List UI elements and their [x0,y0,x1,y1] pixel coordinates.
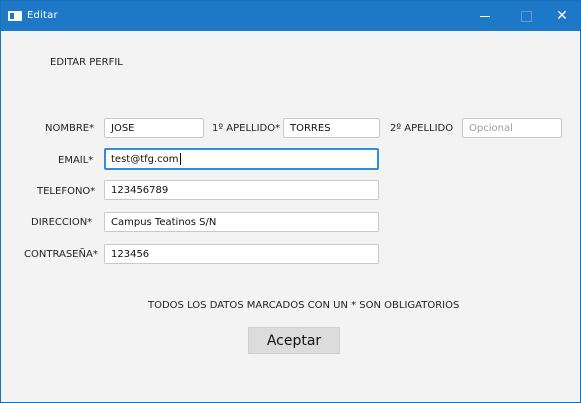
direccion-label: DIRECCION* [31,217,93,228]
direccion-value: Campus Teatinos S/N [111,216,217,228]
required-fields-note: TODOS LOS DATOS MARCADOS CON UN * SON OB… [148,300,460,311]
telefono-input[interactable]: 123456789 [104,180,379,200]
maximize-icon [520,10,532,22]
email-label: EMAIL* [58,155,94,166]
telefono-label: TELEFONO* [37,186,96,197]
apellido2-placeholder: Opcional [469,122,513,134]
nombre-value: JOSE [111,122,135,134]
title-bar[interactable]: Editar ✕ [1,1,580,31]
nombre-label: NOMBRE* [45,123,95,134]
page-title: EDITAR PERFIL [50,57,123,68]
close-icon: ✕ [556,8,568,24]
app-icon [8,11,22,21]
nombre-input[interactable]: JOSE [104,118,204,138]
minimize-icon [480,15,490,17]
accept-button[interactable]: Aceptar [248,327,340,354]
apellido2-label: 2º APELLIDO [390,123,454,134]
form-content: EDITAR PERFIL NOMBRE* JOSE 1º APELLIDO* … [1,31,580,402]
close-button[interactable]: ✕ [544,1,580,31]
text-caret [179,153,181,165]
contrasena-label: CONTRASEÑA* [24,249,98,260]
maximize-button[interactable] [508,1,544,31]
app-window: Editar ✕ EDITAR PERFIL NOMBRE* JOSE 1º A… [0,0,581,403]
telefono-value: 123456789 [111,184,169,196]
contrasena-input[interactable]: 123456 [104,244,379,264]
apellido1-value: TORRES [290,122,331,134]
minimize-button[interactable] [467,1,503,31]
direccion-input[interactable]: Campus Teatinos S/N [104,212,379,232]
email-input[interactable]: test@tfg.com [104,148,379,170]
apellido1-input[interactable]: TORRES [283,118,380,138]
apellido1-label: 1º APELLIDO* [212,123,281,134]
email-value: test@tfg.com [111,153,179,165]
contrasena-value: 123456 [111,248,150,260]
apellido2-input[interactable]: Opcional [462,118,562,138]
window-title: Editar [27,10,58,21]
